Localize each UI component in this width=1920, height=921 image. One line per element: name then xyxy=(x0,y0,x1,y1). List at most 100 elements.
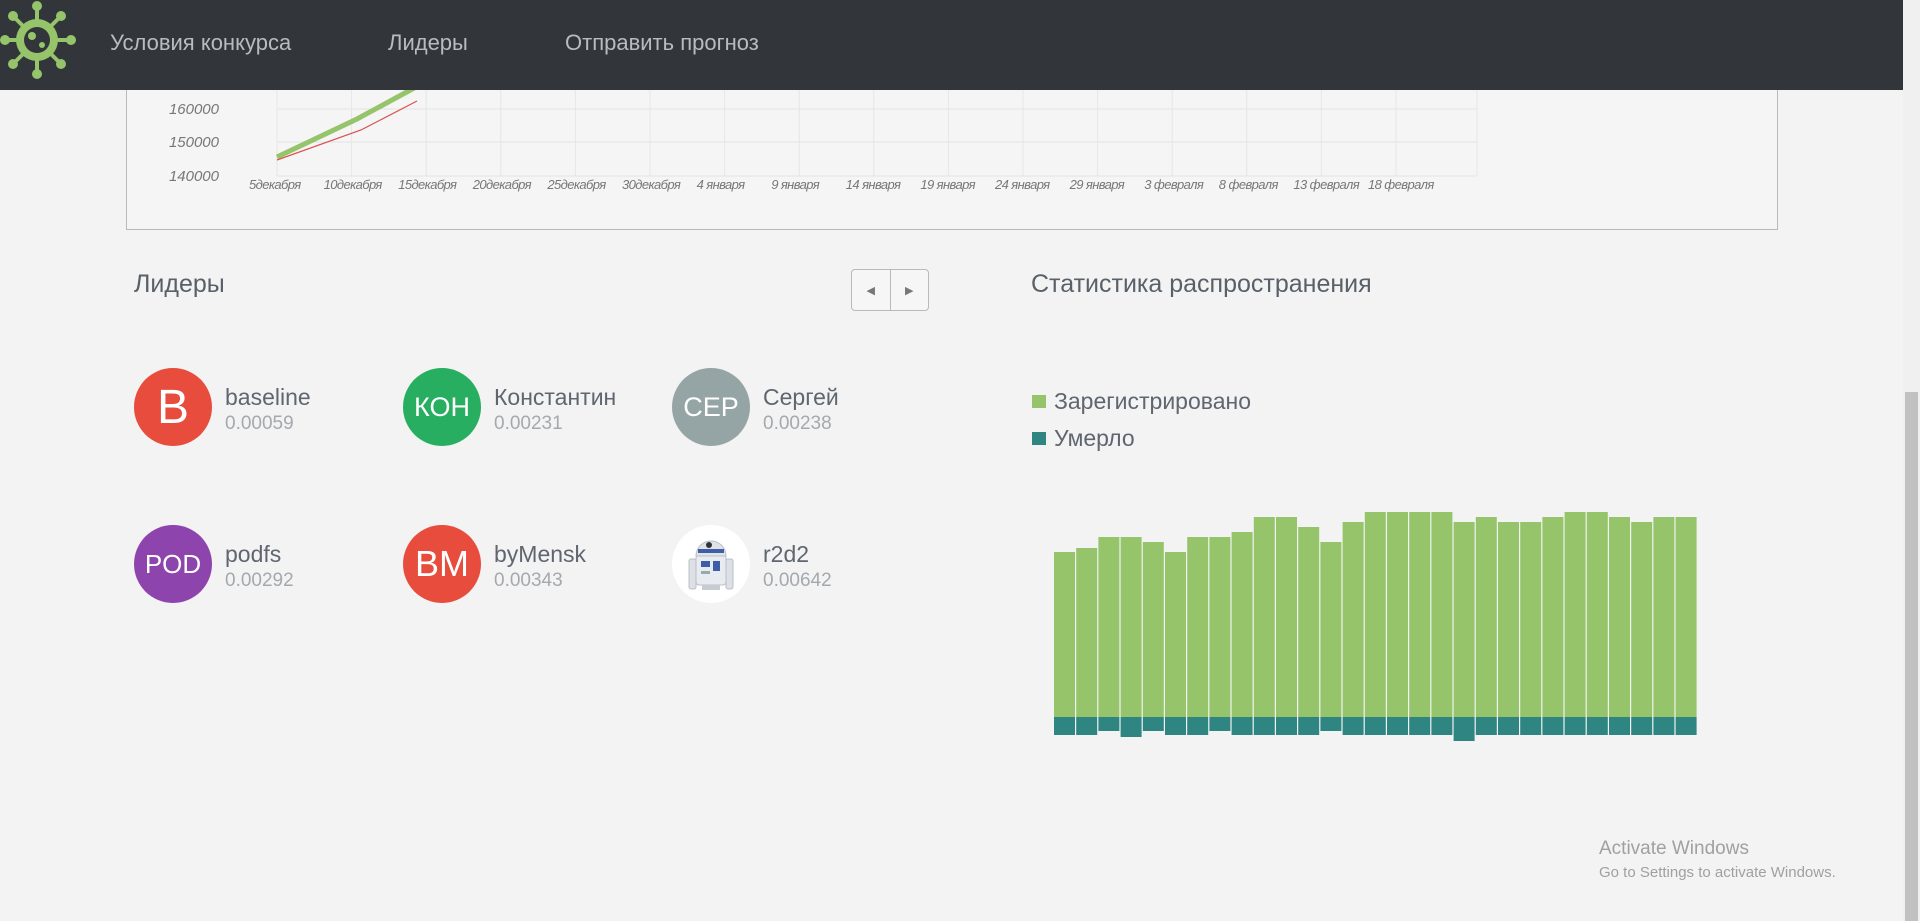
avatar: BM xyxy=(403,525,481,603)
x-tick-label: 14 января xyxy=(846,177,901,192)
y-tick-label: 160000 xyxy=(169,101,220,118)
leaders-title: Лидеры xyxy=(134,270,225,298)
died-bar xyxy=(1586,717,1608,735)
died-bar xyxy=(1409,717,1431,735)
died-bar xyxy=(1120,717,1142,737)
y-tick-label: 140000 xyxy=(169,168,220,185)
avatar: B xyxy=(134,368,212,446)
legend-swatch xyxy=(1032,395,1046,408)
spread-bar-chart xyxy=(1054,512,1697,741)
scrollbar-thumb[interactable] xyxy=(1905,392,1918,921)
registered-bar xyxy=(1675,517,1697,717)
died-bar xyxy=(1475,717,1497,735)
x-tick-label: 15декабря xyxy=(398,177,457,192)
died-bar xyxy=(1631,717,1653,735)
died-bar xyxy=(1054,717,1075,735)
legend-item-died: Умерло xyxy=(1032,425,1135,452)
avatar: КОН xyxy=(403,368,481,446)
died-bar xyxy=(1609,717,1630,735)
leader-score: 0.00059 xyxy=(225,413,294,434)
died-bar xyxy=(1387,717,1408,735)
registered-bar xyxy=(1453,522,1475,717)
died-bar xyxy=(1675,717,1697,735)
registered-bar xyxy=(1542,517,1564,717)
registered-bar xyxy=(1320,542,1342,717)
pager-next-button[interactable]: ▶ xyxy=(889,270,929,310)
leader-name: baseline xyxy=(225,384,311,410)
nav-link-rules[interactable]: Условия конкурса xyxy=(110,30,291,56)
registered-bar xyxy=(1564,512,1586,717)
died-bar xyxy=(1542,717,1564,735)
leader-name: Сергей xyxy=(763,384,839,410)
x-tick-label: 4 января xyxy=(697,177,746,192)
registered-bar xyxy=(1209,537,1231,717)
activate-windows-title: Activate Windows xyxy=(1599,838,1749,859)
leader-name: r2d2 xyxy=(763,541,810,567)
top-navbar: Условия конкурса Лидеры Отправить прогно… xyxy=(0,0,1903,90)
registered-bar xyxy=(1165,552,1186,717)
activate-windows-subtitle: Go to Settings to activate Windows. xyxy=(1599,864,1836,881)
died-bar xyxy=(1498,717,1519,735)
registered-bar xyxy=(1187,537,1209,717)
x-tick-label: 19 января xyxy=(920,177,975,192)
died-bar xyxy=(1298,717,1320,735)
leader-score: 0.00642 xyxy=(763,570,832,591)
x-tick-label: 30декабря xyxy=(622,177,681,192)
registered-bar xyxy=(1076,548,1098,717)
stats-title: Статистика распространения xyxy=(1031,270,1372,298)
virus-logo-icon[interactable] xyxy=(0,0,78,80)
x-tick-label: 13 февраля xyxy=(1293,177,1359,192)
robot-avatar-icon xyxy=(672,525,750,603)
leader-card[interactable]: КОН Константин 0.00231 xyxy=(403,368,643,448)
died-bar xyxy=(1098,717,1120,731)
x-tick-label: 9 января xyxy=(771,177,820,192)
died-bar xyxy=(1564,717,1586,735)
leader-name: Константин xyxy=(494,384,617,410)
x-tick-label: 18 февраля xyxy=(1368,177,1434,192)
registered-bar xyxy=(1387,512,1408,717)
nav-link-leaders[interactable]: Лидеры xyxy=(388,30,468,56)
died-bar xyxy=(1076,717,1098,735)
pager-prev-button[interactable]: ◀ xyxy=(852,270,890,310)
leader-score: 0.00238 xyxy=(763,413,832,434)
x-tick-label: 8 февраля xyxy=(1219,177,1279,192)
red-forecast-line xyxy=(276,100,418,161)
registered-bar xyxy=(1498,522,1519,717)
died-bar xyxy=(1653,717,1675,735)
x-tick-label: 10декабря xyxy=(324,177,383,192)
avatar: СЕР xyxy=(672,368,750,446)
registered-bar xyxy=(1120,537,1142,717)
x-tick-label: 25декабря xyxy=(546,177,606,192)
registered-bar xyxy=(1520,522,1542,717)
died-bar xyxy=(1276,717,1297,735)
leader-card[interactable]: POD podfs 0.00292 xyxy=(134,525,374,605)
leader-card[interactable]: r2d2 0.00642 xyxy=(672,525,912,605)
registered-bar xyxy=(1098,537,1120,717)
leader-score: 0.00292 xyxy=(225,570,294,591)
leader-name: byMensk xyxy=(494,541,587,567)
caret-right-icon: ▶ xyxy=(905,284,914,297)
registered-bar xyxy=(1253,517,1275,717)
registered-bar xyxy=(1409,512,1431,717)
registered-bar xyxy=(1475,517,1497,717)
leader-card[interactable]: СЕР Сергей 0.00238 xyxy=(672,368,912,448)
x-tick-label: 20декабря xyxy=(472,177,532,192)
died-bar xyxy=(1209,717,1231,731)
died-bar xyxy=(1165,717,1186,735)
registered-bar xyxy=(1631,522,1653,717)
legend-label: Умерло xyxy=(1054,425,1135,451)
leader-score: 0.00343 xyxy=(494,570,563,591)
registered-bar xyxy=(1142,542,1164,717)
nav-link-submit-forecast[interactable]: Отправить прогноз xyxy=(565,30,759,56)
leaders-pager: ◀ ▶ xyxy=(851,269,929,311)
registered-bar xyxy=(1431,512,1453,717)
registered-bar xyxy=(1364,512,1386,717)
died-bar xyxy=(1453,717,1475,741)
died-bar xyxy=(1253,717,1275,735)
leader-card[interactable]: B baseline 0.00059 xyxy=(134,368,374,448)
x-tick-label: 3 февраля xyxy=(1144,177,1204,192)
leader-card[interactable]: BM byMensk 0.00343 xyxy=(403,525,643,605)
registered-bar xyxy=(1231,532,1253,717)
page-scrollbar[interactable] xyxy=(1903,0,1920,921)
died-bar xyxy=(1431,717,1453,735)
